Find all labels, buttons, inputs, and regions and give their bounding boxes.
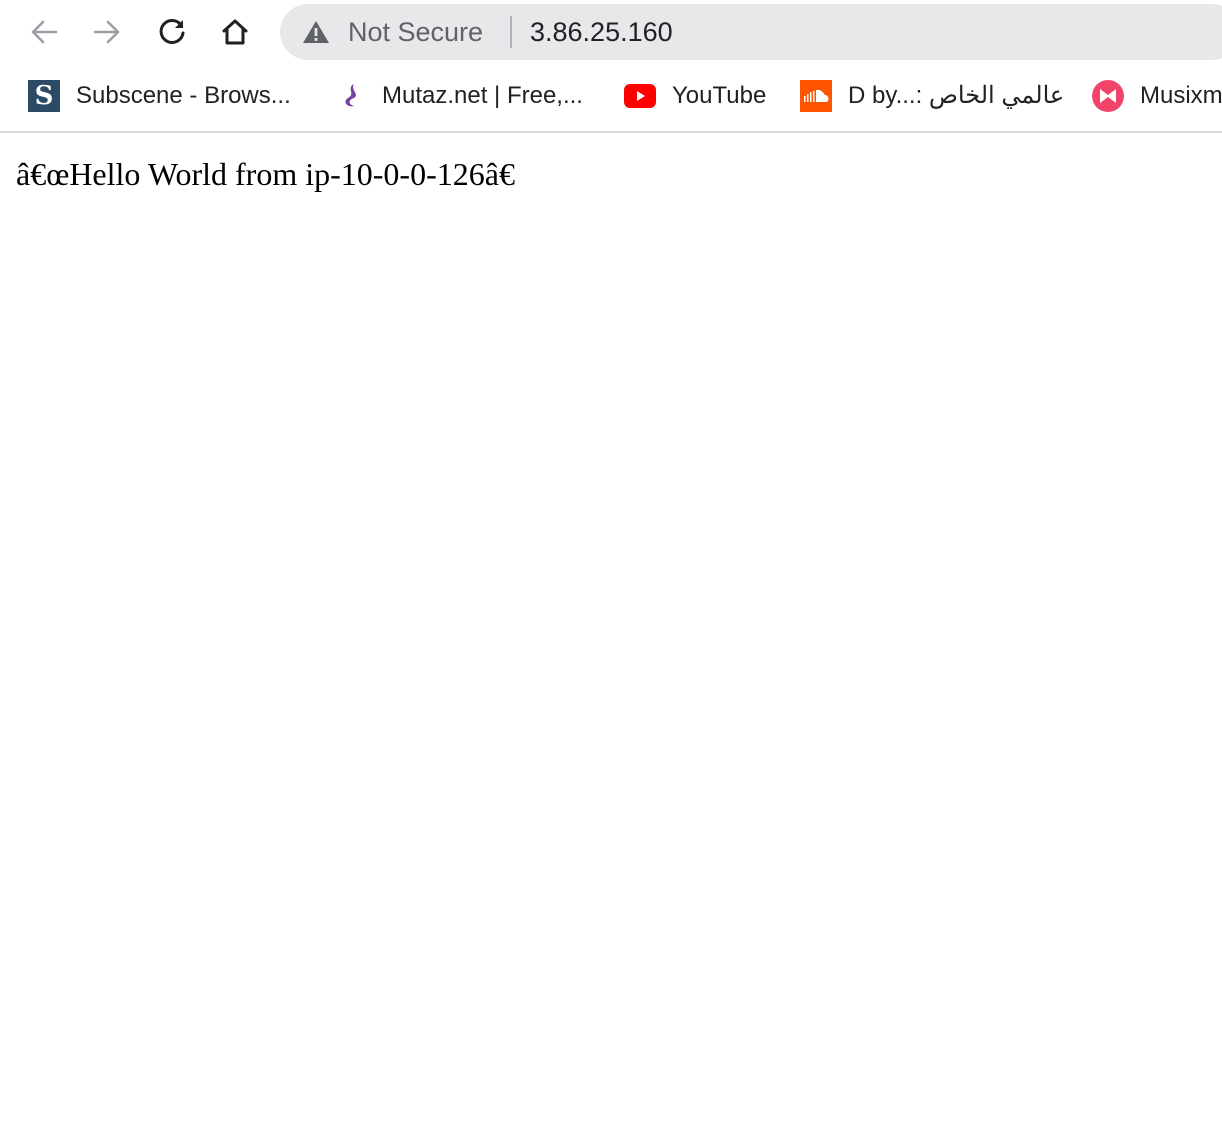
bookmarks-bar: S Subscene - Brows... Mutaz.net | Free,.… [0, 64, 1222, 130]
musixmatch-icon [1092, 80, 1124, 112]
omnibox-divider [510, 16, 512, 48]
arrow-left-icon [31, 20, 58, 44]
bookmark-label: Subscene - Brows... [76, 82, 291, 109]
security-status-label[interactable]: Not Secure [348, 17, 483, 47]
soundcloud-icon [800, 80, 832, 112]
reload-icon [159, 18, 185, 44]
bookmark-musixmatch[interactable]: Musixm [1092, 78, 1222, 114]
reload-button[interactable] [152, 12, 192, 52]
home-button[interactable] [215, 12, 255, 52]
page-body-text: â€œHello World from ip-10-0-0-126â€ [16, 156, 515, 192]
browser-toolbar: Not Secure 3.86.25.160 [0, 0, 1222, 64]
bookmark-soundcloud[interactable]: D by...: عالمي الخاص [800, 78, 1064, 114]
bookmark-label: YouTube [672, 82, 767, 109]
subscene-s-icon: S [28, 80, 60, 112]
home-icon [222, 19, 248, 45]
bookmark-youtube[interactable]: YouTube [624, 78, 766, 114]
bookmark-mutaz[interactable]: Mutaz.net | Free,... [334, 78, 583, 114]
bookmark-label: Mutaz.net | Free,... [382, 82, 583, 109]
forward-button[interactable] [87, 12, 127, 52]
browser-chrome: Not Secure 3.86.25.160 S Subscene - Brow… [0, 0, 1222, 133]
warning-triangle-icon[interactable] [302, 20, 330, 44]
address-bar[interactable]: Not Secure 3.86.25.160 [280, 4, 1222, 60]
page-content: â€œHello World from ip-10-0-0-126â€ [0, 135, 1222, 1148]
mutaz-icon [334, 80, 366, 112]
url-text[interactable]: 3.86.25.160 [530, 17, 673, 47]
youtube-icon [624, 80, 656, 112]
bookmark-label: D by...: عالمي الخاص [848, 82, 1065, 109]
bookmark-subscene[interactable]: S Subscene - Brows... [28, 78, 291, 114]
bookmark-label: Musixm [1140, 82, 1222, 109]
arrow-right-icon [93, 20, 120, 44]
back-button[interactable] [24, 12, 64, 52]
